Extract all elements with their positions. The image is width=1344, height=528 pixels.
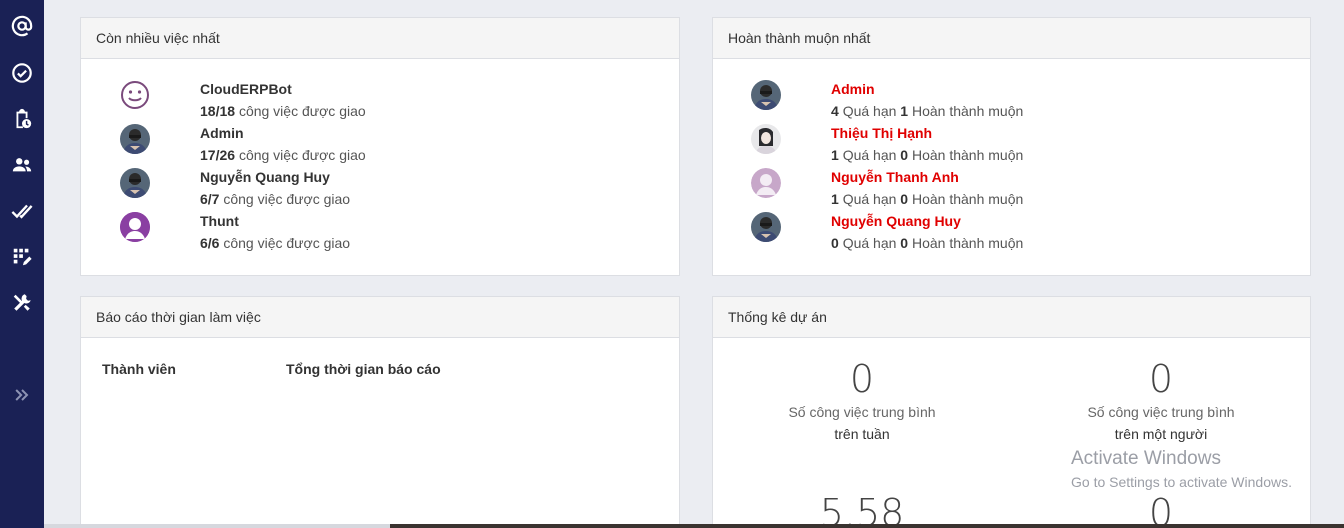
activate-windows-title: Activate Windows: [1071, 448, 1221, 469]
stat-label: trên một người: [1114, 426, 1208, 442]
person-name[interactable]: CloudERPBot: [200, 81, 292, 97]
late-finish-panel: Hoàn thành muộn nhất Admin 4 Quá hạn 1 H…: [712, 17, 1311, 276]
late-count: 1 Quá hạn 0 Hoàn thành muộn: [831, 147, 1024, 163]
person-name[interactable]: Thunt: [200, 213, 239, 229]
panel-title: Còn nhiều việc nhất: [81, 18, 679, 59]
panel-title: Thống kê dự án: [713, 297, 1310, 338]
person-name[interactable]: Nguyễn Quang Huy: [200, 169, 330, 185]
user-avatar: [751, 124, 781, 154]
admin-avatar: [751, 80, 781, 110]
at-icon[interactable]: [7, 11, 37, 41]
stat-label: trên tuần: [834, 426, 890, 442]
task-count: 17/26 công việc được giao: [200, 147, 366, 163]
stat-label: Số công việc trung bình: [1087, 404, 1235, 420]
person-name[interactable]: Admin: [200, 125, 244, 141]
panel-title: Hoàn thành muộn nhất: [713, 18, 1310, 59]
double-check-icon[interactable]: [7, 196, 37, 226]
bot-avatar: [120, 80, 150, 110]
stat-value: 0: [849, 357, 875, 401]
tools-icon[interactable]: [7, 288, 37, 318]
chevrons-right-icon[interactable]: [7, 380, 37, 410]
person-name[interactable]: Thiệu Thị Hạnh: [831, 125, 932, 141]
grid-edit-icon[interactable]: [7, 242, 37, 272]
check-circle-icon[interactable]: [7, 58, 37, 88]
task-count: 18/18 công việc được giao: [200, 103, 366, 119]
late-count: 0 Quá hạn 0 Hoàn thành muộn: [831, 235, 1024, 251]
person-name[interactable]: Nguyễn Quang Huy: [831, 213, 961, 229]
late-count: 4 Quá hạn 1 Hoàn thành muộn: [831, 103, 1024, 119]
stat-value: 0: [1148, 357, 1174, 401]
sidebar: [0, 0, 44, 528]
stat-value: 5.58: [819, 491, 905, 528]
activate-windows-subtitle: Go to Settings to activate Windows.: [1071, 474, 1292, 490]
user-avatar: [751, 212, 781, 242]
clipboard-clock-icon[interactable]: [7, 104, 37, 134]
person-name[interactable]: Admin: [831, 81, 875, 97]
panel-title: Báo cáo thời gian làm việc: [81, 297, 679, 338]
stat-value: 0: [1148, 491, 1174, 528]
person-name[interactable]: Nguyễn Thanh Anh: [831, 169, 959, 185]
project-stats-panel: Thống kê dự án 0 Số công việc trung bình…: [712, 296, 1311, 528]
column-header-member[interactable]: Thành viên: [102, 361, 176, 377]
taskbar-strip: [390, 524, 1344, 528]
stat-label: Số công việc trung bình: [788, 404, 936, 420]
default-avatar: [751, 168, 781, 198]
late-count: 1 Quá hạn 0 Hoàn thành muộn: [831, 191, 1024, 207]
users-icon[interactable]: [7, 150, 37, 180]
admin-avatar: [120, 124, 150, 154]
default-avatar: [120, 212, 150, 242]
task-count: 6/6 công việc được giao: [200, 235, 351, 251]
column-header-total-time[interactable]: Tổng thời gian báo cáo: [286, 361, 441, 377]
scrollbar-track: [44, 524, 390, 528]
task-count: 6/7 công việc được giao: [200, 191, 351, 207]
time-report-panel: Báo cáo thời gian làm việc Thành viên Tổ…: [80, 296, 680, 528]
most-tasks-panel: Còn nhiều việc nhất CloudERPBot 18/18 cô…: [80, 17, 680, 276]
user-avatar: [120, 168, 150, 198]
